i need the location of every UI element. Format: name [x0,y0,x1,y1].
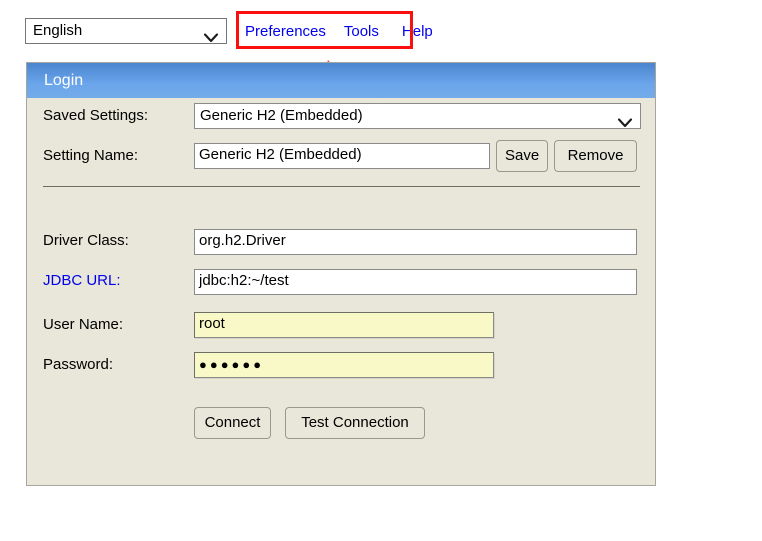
login-panel-header: Login [27,62,655,98]
user-name-input[interactable]: root [194,312,494,338]
section-divider [43,186,640,187]
jdbc-url-input[interactable]: jdbc:h2:~/test [194,269,637,295]
login-panel-body: Saved Settings: Generic H2 (Embedded) Se… [27,98,655,485]
save-button[interactable]: Save [496,140,548,172]
language-select[interactable]: English [25,18,227,44]
password-value: ●●●●●● [199,357,265,372]
test-connection-button[interactable]: Test Connection [285,407,425,439]
saved-settings-value: Generic H2 (Embedded) [200,107,363,124]
login-panel-title: Login [44,71,84,89]
chevron-down-icon [203,27,219,43]
saved-settings-label: Saved Settings: [43,107,149,124]
user-name-label: User Name: [43,316,124,333]
jdbc-url-label[interactable]: JDBC URL: [43,272,121,289]
setting-name-label: Setting Name: [43,147,139,164]
top-toolbar: English Preferences Tools Help [0,0,762,56]
jdbc-url-value: jdbc:h2:~/test [199,272,289,289]
driver-class-input[interactable]: org.h2.Driver [194,229,637,255]
password-label: Password: [43,356,114,373]
menu-link-help[interactable]: Help [402,23,433,40]
app-window: English Preferences Tools Help Login Sav… [0,0,762,541]
chevron-down-icon [617,112,633,128]
setting-name-value: Generic H2 (Embedded) [199,146,362,163]
setting-name-input[interactable]: Generic H2 (Embedded) [194,143,490,169]
menu-links: Preferences Tools Help [236,16,433,46]
saved-settings-select[interactable]: Generic H2 (Embedded) [194,103,641,129]
user-name-value: root [199,315,225,332]
login-panel: Login Saved Settings: Generic H2 (Embedd… [26,62,656,486]
menu-link-tools[interactable]: Tools [344,23,379,40]
driver-class-value: org.h2.Driver [199,232,286,249]
language-select-value: English [33,22,83,39]
driver-class-label: Driver Class: [43,232,129,249]
remove-button[interactable]: Remove [554,140,637,172]
connect-button[interactable]: Connect [194,407,271,439]
password-input[interactable]: ●●●●●● [194,352,494,378]
menu-link-preferences[interactable]: Preferences [245,23,326,40]
